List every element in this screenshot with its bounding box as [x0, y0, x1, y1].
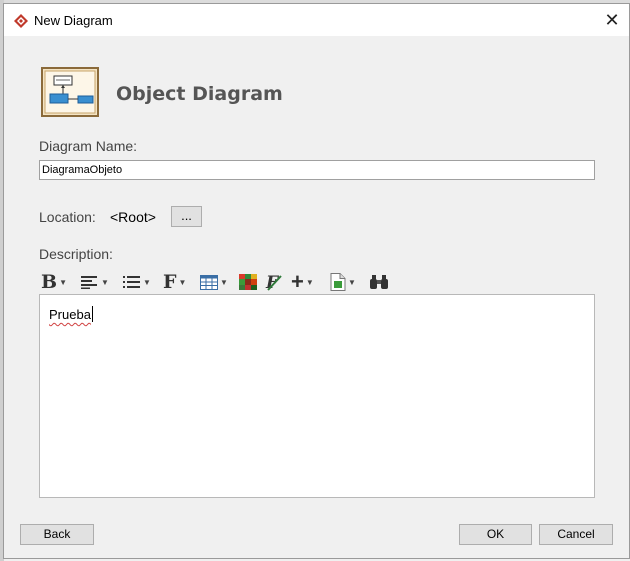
formula-icon: F: [265, 273, 282, 291]
formula-button[interactable]: F: [265, 270, 283, 294]
list-button[interactable]: ▼: [123, 270, 151, 294]
diagram-name-input[interactable]: DiagramaObjeto: [39, 160, 595, 180]
description-label: Description:: [39, 246, 113, 262]
align-left-icon: [81, 276, 97, 289]
bold-icon: B: [41, 271, 58, 293]
dialog-title: New Diagram: [34, 13, 113, 28]
insert-button[interactable]: + ▼: [291, 270, 314, 294]
find-button[interactable]: [369, 270, 389, 294]
location-value: <Root>: [110, 209, 156, 225]
document-button[interactable]: ▼: [330, 270, 356, 294]
text-cursor: [92, 306, 93, 322]
back-button[interactable]: Back: [20, 524, 94, 545]
close-icon[interactable]: ✕: [601, 10, 623, 30]
browse-location-button[interactable]: ...: [171, 206, 202, 227]
align-button[interactable]: ▼: [81, 270, 109, 294]
svg-text:F: F: [265, 273, 280, 291]
list-icon: [123, 276, 140, 288]
diagram-name-label: Diagram Name:: [39, 138, 138, 154]
color-palette-icon: [239, 274, 257, 290]
table-icon: [200, 274, 218, 290]
diagram-type-title: Object Diagram: [116, 83, 283, 105]
object-diagram-icon: [41, 67, 99, 117]
color-button[interactable]: [239, 270, 257, 294]
font-button[interactable]: F ▼: [163, 270, 186, 294]
table-button[interactable]: ▼: [200, 270, 228, 294]
cancel-button[interactable]: Cancel: [539, 524, 613, 545]
document-icon: [330, 273, 346, 291]
ok-button[interactable]: OK: [459, 524, 532, 545]
app-logo-icon: [14, 14, 28, 28]
description-editor[interactable]: Prueba: [39, 294, 595, 498]
bold-button[interactable]: B ▼: [41, 270, 67, 294]
title-bar: New Diagram ✕: [4, 4, 629, 36]
description-text: Prueba: [49, 307, 91, 322]
new-diagram-dialog: New Diagram ✕ Object Diagram Diagram Nam…: [3, 3, 630, 559]
binoculars-icon: [370, 275, 388, 289]
location-label: Location:: [39, 209, 96, 225]
font-icon: F: [163, 271, 177, 293]
plus-icon: +: [291, 269, 304, 294]
